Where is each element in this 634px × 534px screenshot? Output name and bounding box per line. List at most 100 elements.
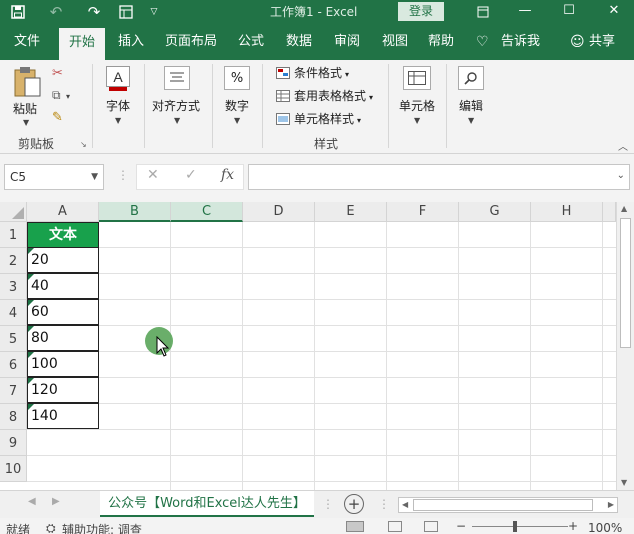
accessibility-status[interactable]: 辅助功能: 调查 — [62, 521, 142, 534]
cell-a8[interactable]: 140 — [27, 403, 99, 429]
font-dropdown-icon[interactable]: ▼ — [115, 116, 121, 125]
cells-dropdown-icon[interactable]: ▼ — [414, 116, 420, 125]
column-header-c[interactable]: C — [171, 202, 243, 222]
paste-button[interactable]: 粘贴 — [13, 100, 37, 117]
collapse-ribbon-icon[interactable]: ︿ — [618, 138, 628, 153]
column-header-b[interactable]: B — [99, 202, 171, 222]
close-icon[interactable]: ✕ — [594, 0, 634, 24]
scroll-right-icon[interactable]: ▶ — [608, 500, 614, 509]
cancel-icon[interactable]: ✕ — [147, 167, 159, 183]
tab-insert[interactable]: 插入 — [118, 24, 144, 60]
print-preview-icon[interactable] — [114, 2, 138, 22]
cell-a3[interactable]: 40 — [27, 273, 99, 299]
zoom-slider-thumb[interactable] — [513, 521, 517, 532]
cut-icon[interactable]: ✂ — [52, 66, 63, 81]
tab-view[interactable]: 视图 — [382, 24, 408, 60]
row-header-2[interactable]: 2 — [0, 248, 27, 274]
tell-me-search[interactable]: 告诉我 — [501, 24, 540, 60]
normal-view-icon[interactable] — [346, 521, 364, 532]
zoom-in-icon[interactable]: + — [568, 519, 578, 533]
scroll-split-icon[interactable]: ⋮ — [378, 497, 390, 511]
column-header-d[interactable]: D — [243, 202, 315, 222]
alignment-button[interactable]: 对齐方式 — [152, 97, 200, 114]
formula-input[interactable]: ⌄ — [248, 164, 630, 190]
row-header-3[interactable]: 3 — [0, 274, 27, 300]
cells-icon[interactable] — [403, 66, 431, 90]
select-all-button[interactable] — [0, 202, 27, 222]
scroll-up-icon[interactable]: ▲ — [621, 204, 627, 213]
column-header-a[interactable]: A — [27, 202, 99, 222]
add-sheet-button[interactable]: + — [344, 494, 364, 514]
zoom-slider[interactable] — [472, 526, 568, 527]
tab-file[interactable]: 文件 — [14, 24, 40, 60]
row-header-1[interactable]: 1 — [0, 222, 27, 248]
number-button[interactable]: 数字 — [225, 97, 249, 114]
vertical-scroll-thumb[interactable] — [620, 218, 631, 348]
save-icon[interactable] — [6, 2, 30, 22]
cell-a1[interactable]: 文本 — [27, 222, 99, 248]
row-header-5[interactable]: 5 — [0, 326, 27, 352]
next-sheet-icon[interactable]: ▶ — [52, 496, 60, 507]
format-painter-icon[interactable]: ✎ — [52, 110, 63, 125]
conditional-format-button[interactable]: 条件格式 ▾ — [276, 64, 349, 82]
number-dropdown-icon[interactable]: ▼ — [234, 116, 240, 125]
name-box[interactable]: C5 ▼ — [4, 164, 104, 190]
cell-a2[interactable]: 20 — [27, 247, 99, 273]
row-header-8[interactable]: 8 — [0, 404, 27, 430]
copy-dropdown-icon[interactable]: ▾ — [66, 92, 70, 101]
tab-split-icon[interactable]: ⋮ — [322, 497, 334, 511]
zoom-out-icon[interactable]: − — [456, 519, 466, 533]
vertical-scrollbar[interactable]: ▲ ▼ — [616, 202, 634, 490]
name-box-dropdown-icon[interactable]: ▼ — [91, 165, 98, 189]
prev-sheet-icon[interactable]: ◀ — [28, 496, 36, 507]
column-header-f[interactable]: F — [387, 202, 459, 222]
sheet-tab-active[interactable]: 公众号【Word和Excel达人先生】 — [100, 491, 314, 517]
tab-page-layout[interactable]: 页面布局 — [165, 24, 217, 60]
ribbon-display-options-icon[interactable] — [463, 0, 503, 24]
enter-icon[interactable]: ✓ — [185, 167, 197, 183]
page-layout-view-icon[interactable] — [388, 521, 402, 532]
clipboard-launcher-icon[interactable]: ↘ — [80, 140, 87, 149]
tab-formulas[interactable]: 公式 — [238, 24, 264, 60]
paste-dropdown-icon[interactable]: ▼ — [23, 118, 29, 127]
cell-a5[interactable]: 80 — [27, 325, 99, 351]
horizontal-scrollbar[interactable]: ◀ ▶ — [398, 497, 618, 513]
share-button[interactable]: 共享 — [589, 24, 615, 60]
alignment-icon[interactable] — [164, 66, 190, 90]
row-header-7[interactable]: 7 — [0, 378, 27, 404]
copy-icon[interactable]: ⧉ — [52, 88, 61, 103]
redo-icon[interactable]: ↷ — [82, 2, 106, 22]
undo-icon[interactable]: ↶ — [44, 2, 68, 22]
row-header-10[interactable]: 10 — [0, 456, 27, 482]
scroll-down-icon[interactable]: ▼ — [621, 478, 627, 487]
column-header-e[interactable]: E — [315, 202, 387, 222]
expand-formula-icon[interactable]: ⌄ — [617, 170, 625, 181]
format-as-table-button[interactable]: 套用表格格式 ▾ — [276, 87, 373, 105]
cell-styles-button[interactable]: 单元格样式 ▾ — [276, 110, 361, 128]
page-break-view-icon[interactable] — [424, 521, 438, 532]
font-icon[interactable]: A — [105, 66, 131, 92]
font-button[interactable]: 字体 — [106, 97, 130, 114]
row-header-9[interactable]: 9 — [0, 430, 27, 456]
tab-help[interactable]: 帮助 — [428, 24, 454, 60]
search-icon[interactable] — [458, 66, 484, 90]
customize-toolbar-icon[interactable]: ▽ — [142, 2, 166, 22]
zoom-level[interactable]: 100% — [588, 521, 622, 534]
maximize-icon[interactable]: ☐ — [549, 0, 589, 24]
drag-handle-icon[interactable]: ⋮ — [117, 168, 129, 182]
percent-icon[interactable]: % — [224, 66, 250, 90]
cells-button[interactable]: 单元格 — [399, 97, 435, 114]
editing-dropdown-icon[interactable]: ▼ — [468, 116, 474, 125]
row-header-6[interactable]: 6 — [0, 352, 27, 378]
cell-a6[interactable]: 100 — [27, 351, 99, 377]
column-header-h[interactable]: H — [531, 202, 603, 222]
column-header-partial[interactable] — [603, 202, 616, 222]
column-header-g[interactable]: G — [459, 202, 531, 222]
worksheet-grid[interactable]: A B C D E F G H 1 2 3 4 5 6 7 8 9 10 文本 … — [0, 202, 634, 490]
row-header-4[interactable]: 4 — [0, 300, 27, 326]
insert-function-icon[interactable]: fx — [221, 167, 234, 183]
paste-icon[interactable] — [12, 66, 42, 101]
cell-a7[interactable]: 120 — [27, 377, 99, 403]
editing-button[interactable]: 编辑 — [459, 97, 483, 114]
tab-home[interactable]: 开始 — [59, 28, 105, 60]
